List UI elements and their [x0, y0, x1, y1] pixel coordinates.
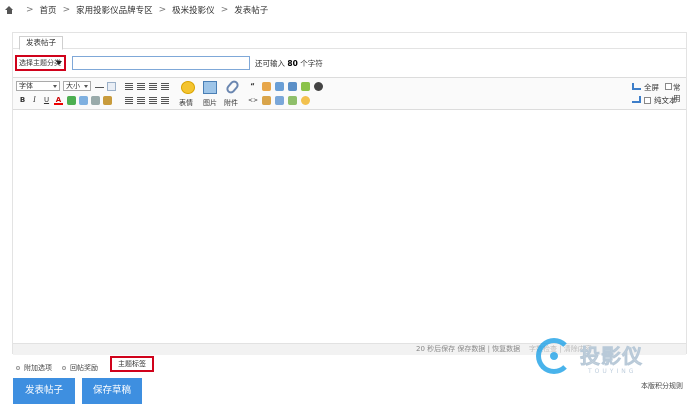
format-brush-icon[interactable] [103, 96, 112, 105]
option-reply-reward-label: 回帖奖励 [70, 364, 98, 372]
option-reply-reward[interactable]: 回帖奖励 [62, 363, 98, 373]
option-extra[interactable]: 附加选项 [16, 363, 52, 373]
undo-icon[interactable] [632, 83, 641, 90]
video-icon[interactable] [288, 96, 297, 105]
unlink-icon[interactable] [91, 96, 100, 105]
chevron-down-icon [53, 85, 57, 88]
attachment-label[interactable]: 附件 [224, 98, 238, 108]
chevron-down-icon [84, 85, 88, 88]
home-icon[interactable] [5, 6, 14, 14]
editor-right-tools: 全屏 常用 纯文本 [632, 82, 682, 106]
align-left-icon[interactable] [125, 83, 133, 90]
align-right-icon[interactable] [149, 83, 157, 90]
redo-icon[interactable] [632, 96, 641, 103]
save-draft-button[interactable]: 保存草稿 [82, 378, 142, 404]
editor-content-area[interactable] [13, 111, 686, 344]
editor-toolbar: 字体 大小 B I U A 表情 图片 附件 “ <> 全屏 常用 纯文本 [13, 78, 686, 110]
quote-icon[interactable]: “ [248, 82, 257, 91]
option-extra-label: 附加选项 [24, 364, 52, 372]
remaining-suffix: 个字符 [300, 59, 323, 68]
ordered-list-icon[interactable] [149, 97, 157, 104]
breadcrumb-forum-zone[interactable]: 家用投影仪品牌专区 [76, 4, 153, 16]
breadcrumb-current: 发表帖子 [234, 6, 269, 16]
breadcrumb-forum[interactable]: 极米投影仪 [172, 4, 215, 16]
watermark-text: 投影仪 [580, 344, 643, 369]
chevron-right-icon: > [158, 5, 167, 15]
chevron-right-icon: > [26, 5, 34, 15]
autosave-status[interactable]: 20 秒后保存 保存数据 | 恢复数据 [416, 344, 520, 355]
link-icon[interactable] [79, 96, 88, 105]
remaining-prefix: 还可输入 [255, 59, 285, 68]
font-size-label: 大小 [66, 82, 80, 90]
bullet-list-icon[interactable] [161, 97, 169, 104]
breadcrumb-home[interactable]: 首页 [40, 4, 57, 16]
tab-new-post[interactable]: 发表帖子 [19, 36, 63, 50]
audio-icon[interactable] [275, 96, 284, 105]
index-icon[interactable] [288, 82, 297, 91]
fullscreen-button[interactable]: 全屏 [644, 82, 659, 93]
post-options: 附加选项 回帖奖励 [16, 362, 108, 374]
code-icon[interactable]: <> [248, 96, 258, 105]
bold-icon[interactable]: B [18, 96, 27, 105]
hide-content-icon[interactable] [262, 82, 271, 91]
checkbox-icon[interactable] [644, 97, 651, 104]
option-bullet-icon [16, 366, 20, 370]
watermark-logo-dot [550, 352, 558, 360]
thread-type-select[interactable]: 选择主题分类 [15, 55, 66, 71]
chevron-right-icon: > [62, 5, 71, 15]
plaintext-label[interactable]: 纯文本 [654, 95, 677, 106]
font-family-label: 字体 [19, 82, 33, 90]
common-checkbox-icon[interactable] [665, 83, 672, 90]
table-icon[interactable] [107, 82, 116, 91]
site-watermark: 投影仪 TOUYING [530, 332, 682, 384]
attachment-icon[interactable] [224, 78, 241, 96]
option-bullet-icon [62, 366, 66, 370]
breadcrumb: > 首页 > 家用投影仪品牌专区 > 极米投影仪 > 发表帖子 [0, 0, 700, 20]
italic-icon[interactable]: I [30, 96, 39, 105]
post-thread-button[interactable]: 发表帖子 [13, 378, 75, 404]
align-center-icon[interactable] [137, 83, 145, 90]
horizontal-rule-icon[interactable] [95, 83, 104, 88]
remaining-chars: 还可输入 80 个字符 [255, 58, 323, 69]
tab-bar: 发表帖子 [13, 33, 686, 50]
free-content-icon[interactable] [275, 82, 284, 91]
subject-row: 选择主题分类 还可输入 80 个字符 [13, 55, 686, 73]
chevron-right-icon: > [220, 5, 229, 15]
image-label[interactable]: 图片 [203, 98, 217, 108]
thread-tags-button[interactable]: 主题标签 [110, 356, 154, 372]
background-color-icon[interactable] [67, 96, 76, 105]
emoji-icon[interactable] [181, 81, 195, 94]
indent-icon[interactable] [125, 97, 133, 104]
qq-icon[interactable] [314, 82, 323, 91]
forum-rules-link[interactable]: 本版积分规则 [641, 381, 683, 391]
sale-icon[interactable] [262, 96, 271, 105]
font-color-icon[interactable]: A [54, 96, 63, 105]
watermark-subtext: TOUYING [588, 368, 637, 375]
font-family-select[interactable]: 字体 [16, 81, 60, 91]
remaining-count: 80 [287, 59, 298, 68]
post-panel: 发表帖子 选择主题分类 还可输入 80 个字符 字体 大小 B I U A 表情… [12, 32, 687, 355]
sticker-icon[interactable] [301, 96, 310, 105]
thread-type-value: 选择主题分类 [19, 59, 61, 67]
subject-input[interactable] [72, 56, 250, 70]
flash-icon[interactable] [301, 82, 310, 91]
image-icon[interactable] [203, 81, 217, 94]
outdent-icon[interactable] [137, 97, 145, 104]
align-justify-icon[interactable] [161, 83, 169, 90]
chevron-down-icon [56, 61, 62, 65]
font-size-select[interactable]: 大小 [63, 81, 91, 91]
editor: 字体 大小 B I U A 表情 图片 附件 “ <> 全屏 常用 纯文本 20… [13, 77, 686, 355]
underline-icon[interactable]: U [42, 96, 51, 105]
emoji-label[interactable]: 表情 [179, 98, 193, 108]
